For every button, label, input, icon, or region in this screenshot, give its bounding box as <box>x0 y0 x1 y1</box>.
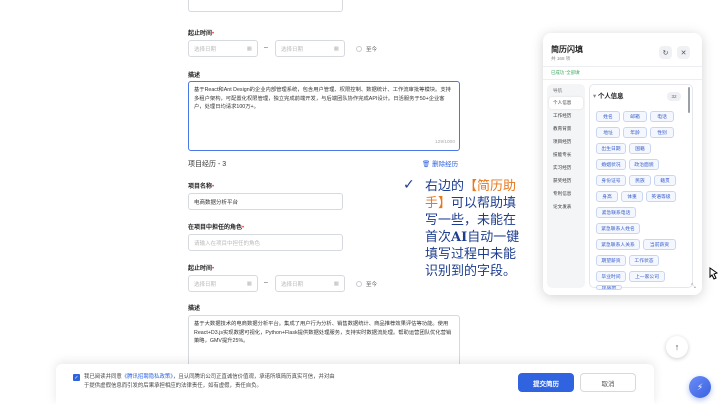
desc-label-3: 描述 <box>188 306 201 312</box>
nav-item-education[interactable]: 教育背景 <box>549 123 583 135</box>
range-separator-3: – <box>264 279 268 286</box>
nav-item-personal[interactable]: 个人信息 <box>549 97 583 109</box>
calendar-icon: ▦ <box>246 45 252 52</box>
project-name-label: 项目名称• <box>188 184 215 190</box>
close-icon: ✕ <box>680 49 687 57</box>
field-tag[interactable]: 邮箱 <box>623 111 647 122</box>
field-tag[interactable]: 毕业时间 <box>596 271 626 282</box>
nav-item-patents[interactable]: 专利信息 <box>549 188 583 200</box>
top-input-edge[interactable] <box>188 0 343 12</box>
field-tag[interactable]: 当前薪资 <box>643 239 676 250</box>
nav-item-papers[interactable]: 论文发表 <box>549 201 583 213</box>
submit-button[interactable]: 提交简历 <box>518 373 574 392</box>
start-date-input-3[interactable]: 选择日期 ▦ <box>188 275 258 292</box>
present-checkbox-3[interactable]: 至今 <box>356 280 377 288</box>
cursor-icon <box>708 266 719 280</box>
field-tag[interactable]: 紧急联系人关系 <box>596 239 640 250</box>
field-tag[interactable]: 民族 <box>629 175 651 186</box>
nav-item-internship[interactable]: 实习经历 <box>549 162 583 174</box>
field-tag[interactable]: 年龄 <box>623 127 647 138</box>
project-name-input[interactable]: 电商数据分析平台 <box>188 193 343 210</box>
panel-divider <box>543 66 702 67</box>
field-tag[interactable]: 性别 <box>650 127 674 138</box>
field-tag[interactable]: 身份证号 <box>596 175 626 186</box>
close-button[interactable]: ✕ <box>677 46 690 59</box>
radio-circle[interactable] <box>356 46 362 52</box>
nav-item-awards[interactable]: 获奖经历 <box>549 175 583 187</box>
nav-item-skills[interactable]: 技能专长 <box>549 149 583 161</box>
field-tag[interactable]: 地址 <box>596 127 620 138</box>
desc-label: 描述 <box>188 73 201 79</box>
scroll-top-button[interactable]: ↑ <box>666 336 688 358</box>
scrollbar[interactable] <box>688 87 690 113</box>
field-tag[interactable]: 英语等级 <box>646 191 676 202</box>
field-tag[interactable]: 姓名 <box>596 111 620 122</box>
calendar-icon: ▦ <box>333 280 339 287</box>
field-tag[interactable]: 婚姻状况 <box>596 159 626 170</box>
end-time-label-3: 起止时间• <box>188 266 215 272</box>
field-tag[interactable]: 现居地 <box>596 285 622 290</box>
nav-item-work[interactable]: 工作经历 <box>549 110 583 122</box>
agree-checkbox[interactable]: ✓ <box>73 374 80 381</box>
checkmark-icon: ✓ <box>74 374 79 381</box>
delete-experience-button[interactable]: 🗑 删除经历 <box>422 158 458 168</box>
annotation-text: 右边的【简历助 手】可以帮助填 写一些，未能在 首次AI自动一键 填写过程中未能… <box>425 179 520 279</box>
resize-handle-icon[interactable]: ⤡ <box>691 284 696 291</box>
section-header[interactable]: ▾ 个人信息 <box>593 91 624 100</box>
start-date-input[interactable]: 选择日期 ▦ <box>188 40 258 57</box>
field-tag[interactable]: 身高 <box>596 191 618 202</box>
page: 起止时间• 选择日期 ▦ – 选择日期 ▦ 至今 描述 基于React和Ant De… <box>0 0 720 404</box>
nav-item-projects[interactable]: 项目经历 <box>549 136 583 148</box>
field-tag[interactable]: 紧急联系人姓名 <box>596 223 640 234</box>
present-checkbox[interactable]: 至今 <box>356 45 377 53</box>
end-time-label: 起止时间• <box>188 31 215 37</box>
range-separator: – <box>264 44 268 51</box>
section-count-badge: 32 <box>667 92 681 101</box>
cancel-button[interactable]: 取消 <box>580 373 636 392</box>
field-tag[interactable]: 籍贯 <box>654 175 676 186</box>
agreement-text: 我已阅读并同意《腾讯招聘隐私政策》，且认同腾讯公司正直诚信价值观，承诺所填简历真… <box>84 374 335 389</box>
field-tag[interactable]: 电话 <box>650 111 674 122</box>
calendar-icon: ▦ <box>333 45 339 52</box>
lightning-icon: ⚡ <box>696 381 704 392</box>
radio-circle[interactable] <box>356 281 362 287</box>
annotation-check-icon: ✓ <box>403 176 415 192</box>
project-3-title: 项目经历 - 3 <box>188 161 227 168</box>
field-tag[interactable]: 期望薪资 <box>596 255 626 266</box>
field-tag[interactable]: 紧急联系电话 <box>596 207 636 218</box>
char-counter: 129/1000 <box>434 140 455 146</box>
resume-helper-panel: 简历闪填 共 168 项 ↻ ✕ 已成功 '全部填' 导航 个人信息 工作经历 … <box>543 33 702 295</box>
panel-divider-2 <box>543 79 702 80</box>
assistant-fab[interactable]: ⚡ <box>689 376 711 398</box>
trash-icon: 🗑 <box>422 161 433 168</box>
field-tag[interactable]: 工作状态 <box>629 255 659 266</box>
calendar-icon: ▦ <box>246 280 252 287</box>
field-tag[interactable]: 上一家公司 <box>629 271 665 282</box>
privacy-policy-link[interactable]: 《腾讯招聘隐私政策》 <box>122 374 173 380</box>
field-tag[interactable]: 出生日期 <box>596 143 626 154</box>
field-tag[interactable]: 体重 <box>621 191 643 202</box>
field-tag[interactable]: 政治面貌 <box>629 159 659 170</box>
nav-header: 导航 <box>553 88 563 93</box>
description-textarea-2[interactable]: 基于React和Ant Design的企业内部管理系统，包含用户管理、权限控制、… <box>188 81 460 151</box>
end-date-input-3[interactable]: 选择日期 ▦ <box>275 275 345 292</box>
refresh-button[interactable]: ↻ <box>659 46 672 59</box>
panel-title: 简历闪填 <box>551 45 583 54</box>
role-input[interactable]: 请输入在项目中担任的角色 <box>188 234 343 251</box>
status-text: 已成功 '全部填' <box>551 70 581 75</box>
field-tag[interactable]: 国籍 <box>629 143 651 154</box>
end-date-input[interactable]: 选择日期 ▦ <box>275 40 345 57</box>
panel-subtitle: 共 168 项 <box>551 56 571 61</box>
refresh-icon: ↻ <box>662 49 669 57</box>
role-label: 在项目中担任的角色• <box>188 225 245 231</box>
arrow-up-icon: ↑ <box>674 342 680 352</box>
